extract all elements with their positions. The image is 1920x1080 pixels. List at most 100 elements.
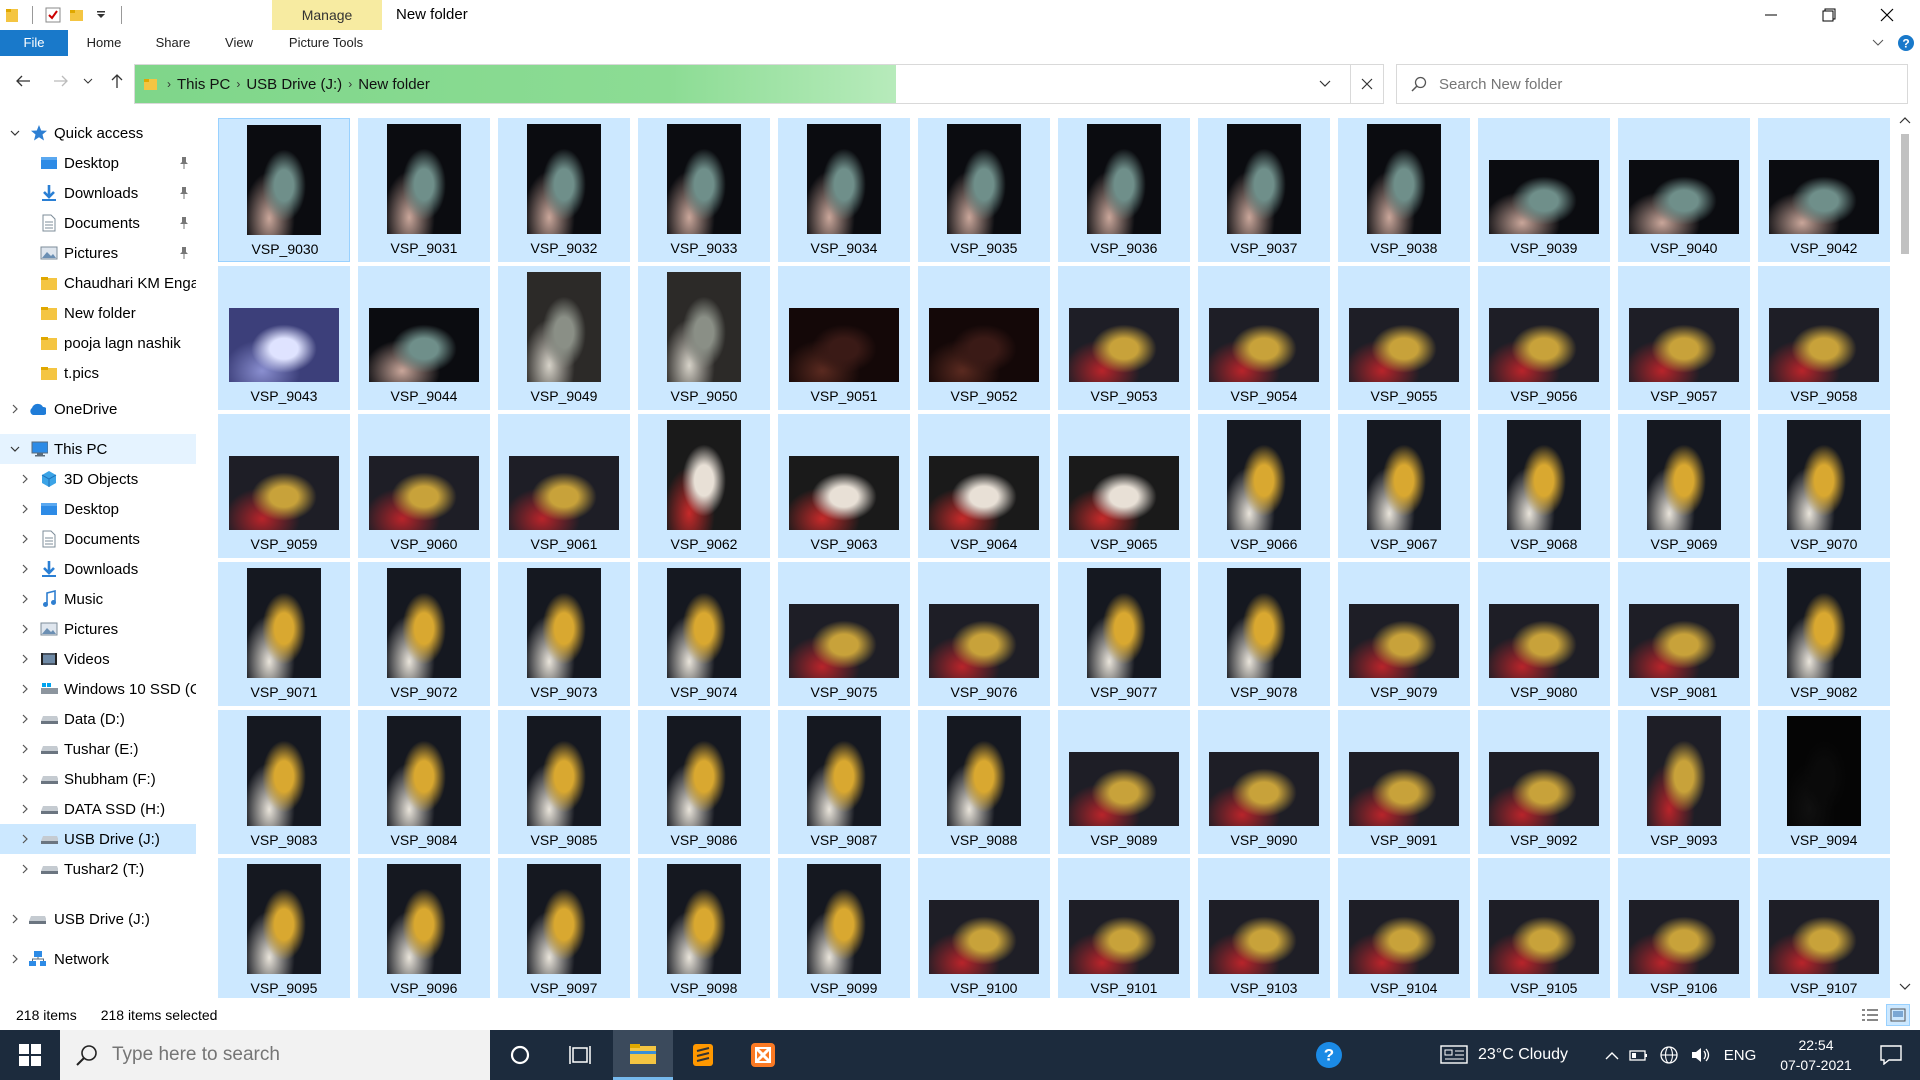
file-tile[interactable]: VSP_9081 <box>1618 562 1750 706</box>
file-tile[interactable]: VSP_9038 <box>1338 118 1470 262</box>
file-tile[interactable]: VSP_9075 <box>778 562 910 706</box>
file-tile[interactable]: VSP_9104 <box>1338 858 1470 998</box>
file-tile[interactable]: VSP_9095 <box>218 858 350 998</box>
file-tile[interactable]: VSP_9076 <box>918 562 1050 706</box>
file-tile[interactable]: VSP_9073 <box>498 562 630 706</box>
new-folder-icon[interactable] <box>65 0 89 30</box>
tab-home[interactable]: Home <box>84 30 124 56</box>
restore-button[interactable] <box>1800 0 1858 30</box>
file-tile[interactable]: VSP_9092 <box>1478 710 1610 854</box>
breadcrumb-usb-drive[interactable]: USB Drive (J:) <box>240 76 348 93</box>
chevron-right-icon[interactable] <box>18 854 32 884</box>
tab-share[interactable]: Share <box>152 30 194 56</box>
file-explorer-taskbar-icon[interactable] <box>613 1030 673 1080</box>
file-tile[interactable]: VSP_9078 <box>1198 562 1330 706</box>
file-tile[interactable]: VSP_9036 <box>1058 118 1190 262</box>
file-tile[interactable]: VSP_9054 <box>1198 266 1330 410</box>
nav-pc-pictures[interactable]: Pictures <box>0 614 196 644</box>
chevron-right-icon[interactable] <box>8 904 22 934</box>
scroll-up-icon[interactable] <box>1899 112 1911 129</box>
file-tile[interactable]: VSP_9064 <box>918 414 1050 558</box>
file-tile[interactable]: VSP_9032 <box>498 118 630 262</box>
qat-customize-icon[interactable] <box>89 0 113 30</box>
file-tile[interactable]: VSP_9082 <box>1758 562 1890 706</box>
file-tile[interactable]: VSP_9067 <box>1338 414 1470 558</box>
nav-pc-tushar2-t[interactable]: Tushar2 (T:) <box>0 854 196 884</box>
file-tile[interactable]: VSP_9091 <box>1338 710 1470 854</box>
chevron-right-icon[interactable] <box>18 794 32 824</box>
file-tile[interactable]: VSP_9077 <box>1058 562 1190 706</box>
file-tile[interactable]: VSP_9087 <box>778 710 910 854</box>
file-tile[interactable]: VSP_9089 <box>1058 710 1190 854</box>
chevron-right-icon[interactable] <box>18 584 32 614</box>
help-icon[interactable]: ? <box>1892 30 1920 56</box>
chevron-right-icon[interactable] <box>18 464 32 494</box>
file-tile[interactable]: VSP_9074 <box>638 562 770 706</box>
nav-pc-desktop[interactable]: Desktop <box>0 494 196 524</box>
scroll-down-icon[interactable] <box>1899 979 1911 996</box>
back-button[interactable] <box>10 66 36 96</box>
recent-locations-button[interactable] <box>80 66 96 96</box>
file-tile[interactable]: VSP_9101 <box>1058 858 1190 998</box>
file-tile[interactable]: VSP_9096 <box>358 858 490 998</box>
notifications-icon[interactable] <box>1866 1030 1916 1080</box>
chevron-right-icon[interactable] <box>18 704 32 734</box>
taskbar-search-input[interactable] <box>112 1044 472 1066</box>
start-button[interactable] <box>0 1030 60 1080</box>
nav-pc-downloads[interactable]: Downloads <box>0 554 196 584</box>
nav-pc-music[interactable]: Music <box>0 584 196 614</box>
input-language[interactable]: ENG <box>1720 1030 1760 1080</box>
scrollbar-thumb[interactable] <box>1901 134 1909 254</box>
xampp-icon[interactable] <box>733 1030 793 1080</box>
tab-picture-tools[interactable]: Picture Tools <box>282 30 370 56</box>
file-tile[interactable]: VSP_9085 <box>498 710 630 854</box>
nav-pc-documents[interactable]: Documents <box>0 524 196 554</box>
file-tile[interactable]: VSP_9062 <box>638 414 770 558</box>
nav-quick-t-pics[interactable]: t.pics <box>0 358 196 388</box>
file-tile[interactable]: VSP_9030 <box>218 118 350 262</box>
nav-quick-access[interactable]: Quick access <box>0 118 196 148</box>
file-tile[interactable]: VSP_9079 <box>1338 562 1470 706</box>
file-tile[interactable]: VSP_9040 <box>1618 118 1750 262</box>
chevron-right-icon[interactable] <box>18 734 32 764</box>
nav-pc-usb-drive-j[interactable]: USB Drive (J:) <box>0 824 196 854</box>
file-tile[interactable]: VSP_9105 <box>1478 858 1610 998</box>
nav-pc-shubham-f[interactable]: Shubham (F:) <box>0 764 196 794</box>
file-tile[interactable]: VSP_9053 <box>1058 266 1190 410</box>
file-tile[interactable]: VSP_9050 <box>638 266 770 410</box>
file-tile[interactable]: VSP_9088 <box>918 710 1050 854</box>
file-tile[interactable]: VSP_9080 <box>1478 562 1610 706</box>
file-tile[interactable]: VSP_9063 <box>778 414 910 558</box>
chevron-right-icon[interactable] <box>18 614 32 644</box>
file-tile[interactable]: VSP_9035 <box>918 118 1050 262</box>
task-view-icon[interactable] <box>550 1030 610 1080</box>
tab-file[interactable]: File <box>0 30 68 56</box>
chevron-right-icon[interactable] <box>8 944 22 974</box>
breadcrumb-this-pc[interactable]: This PC <box>171 76 236 93</box>
nav-pc-tushar-e[interactable]: Tushar (E:) <box>0 734 196 764</box>
file-tile[interactable]: VSP_9055 <box>1338 266 1470 410</box>
nav-quick-new-folder[interactable]: New folder <box>0 298 196 328</box>
battery-icon[interactable] <box>1626 1030 1652 1080</box>
chevron-right-icon[interactable] <box>18 494 32 524</box>
file-tile[interactable]: VSP_9051 <box>778 266 910 410</box>
file-tile[interactable]: VSP_9097 <box>498 858 630 998</box>
chevron-right-icon[interactable] <box>18 824 32 854</box>
file-tile[interactable]: VSP_9090 <box>1198 710 1330 854</box>
file-tile[interactable]: VSP_9069 <box>1618 414 1750 558</box>
nav-pc-windows-10-ssd-c[interactable]: Windows 10 SSD (C <box>0 674 196 704</box>
volume-icon[interactable] <box>1688 1030 1714 1080</box>
cortana-icon[interactable] <box>490 1030 550 1080</box>
file-tile[interactable]: VSP_9084 <box>358 710 490 854</box>
file-tile[interactable]: VSP_9072 <box>358 562 490 706</box>
nav-pc-data-d[interactable]: Data (D:) <box>0 704 196 734</box>
expand-ribbon-icon[interactable] <box>1864 30 1892 56</box>
weather-text[interactable]: 23°C Cloudy <box>1478 1030 1568 1080</box>
file-tile[interactable]: VSP_9071 <box>218 562 350 706</box>
file-tile[interactable]: VSP_9083 <box>218 710 350 854</box>
file-tile[interactable]: VSP_9034 <box>778 118 910 262</box>
file-tile[interactable]: VSP_9058 <box>1758 266 1890 410</box>
up-button[interactable] <box>104 66 130 96</box>
file-tile[interactable]: VSP_9086 <box>638 710 770 854</box>
search-input[interactable] <box>1439 75 1879 93</box>
